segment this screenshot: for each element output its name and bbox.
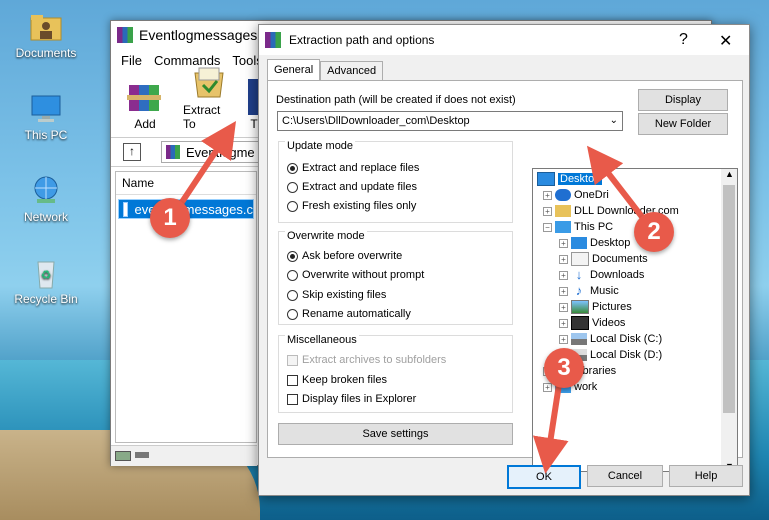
- arrow-to-ok: [532, 377, 569, 474]
- annotation-arrows: [177, 121, 649, 474]
- arrow-to-extract-to: [177, 121, 236, 207]
- step-marker-3: 3: [544, 348, 584, 388]
- step-marker-1: 1: [150, 198, 190, 238]
- arrow-to-desktop: [586, 145, 649, 224]
- step-marker-2: 2: [634, 212, 674, 252]
